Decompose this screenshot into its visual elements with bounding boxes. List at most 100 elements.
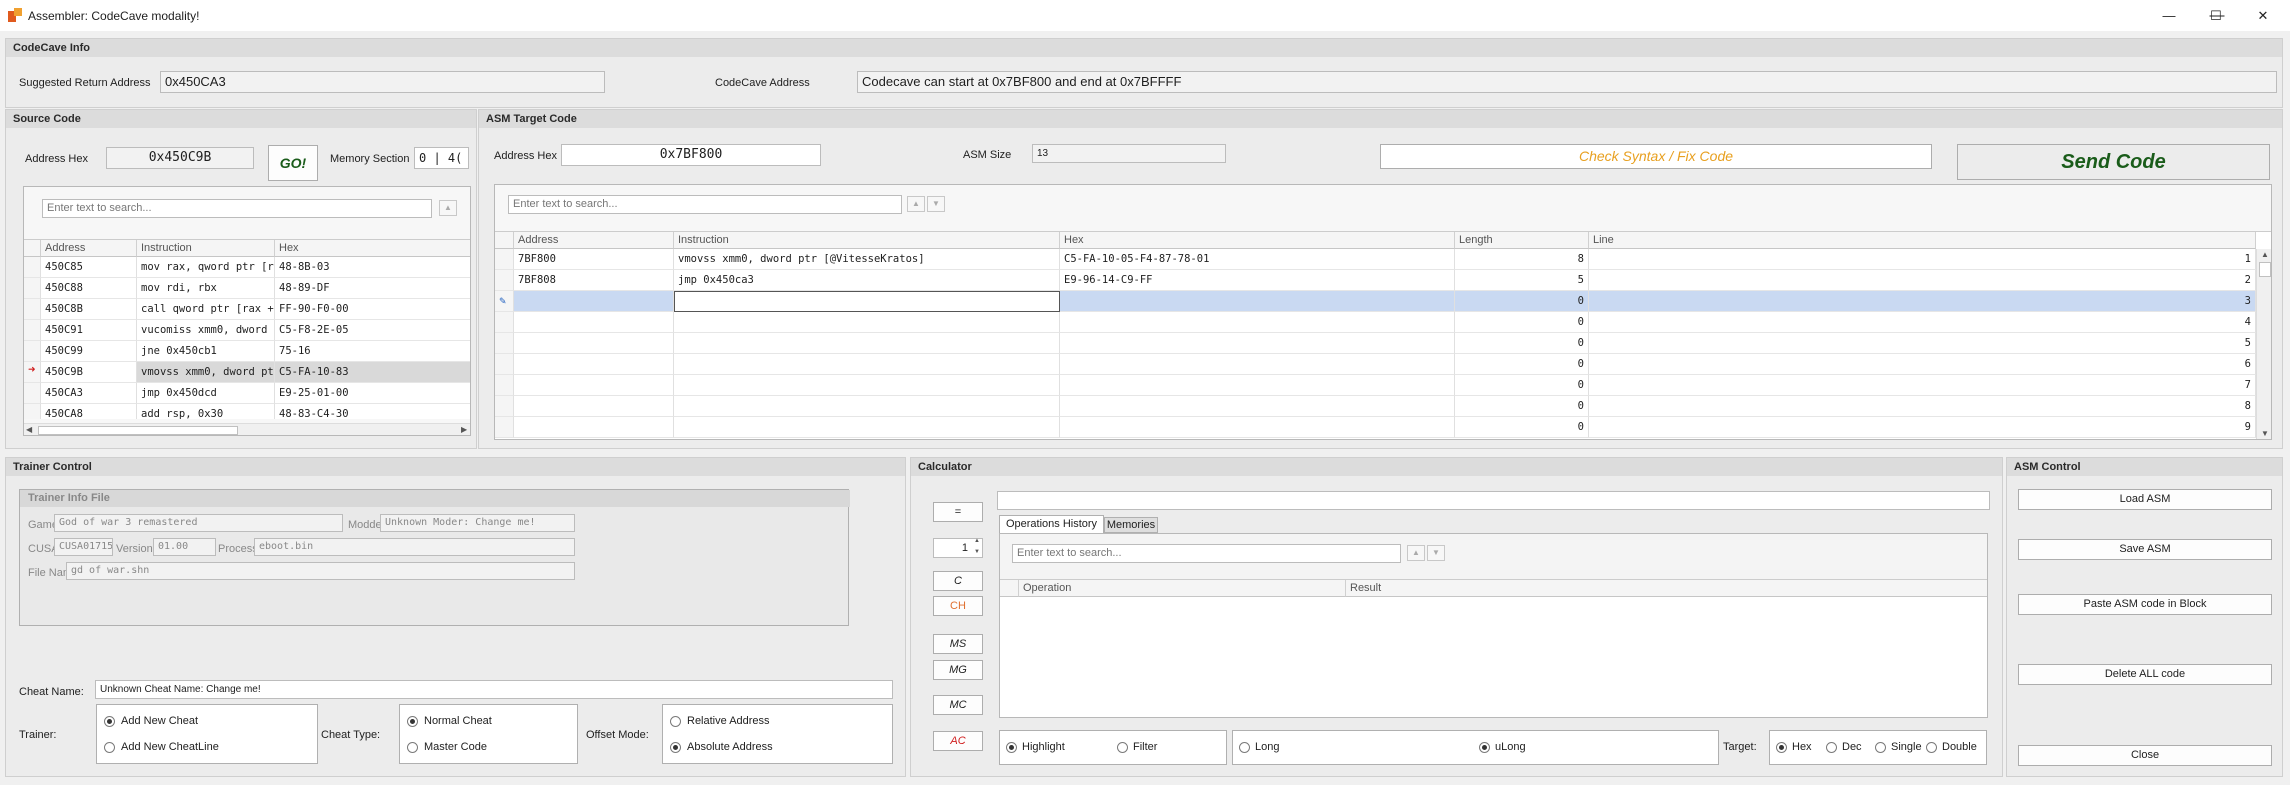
normal-cheat-label[interactable]: Normal Cheat	[424, 715, 492, 727]
source-cell-h[interactable]: E9-25-01-00	[275, 383, 470, 404]
search-down-icon[interactable]: ▼	[927, 196, 945, 212]
col-instruction[interactable]: Instruction	[137, 240, 275, 257]
asm-cell-n[interactable]: 4	[1589, 312, 2256, 333]
filter-radio[interactable]	[1117, 742, 1128, 753]
asm-cell-i[interactable]	[674, 291, 1060, 312]
search-up-icon[interactable]: ▲	[907, 196, 925, 212]
spin-up-icon[interactable]: ▲	[974, 538, 980, 544]
search-up-icon[interactable]: ▲	[1407, 545, 1425, 561]
codecave-address-field[interactable]: Codecave can start at 0x7BF800 and end a…	[857, 71, 2277, 93]
asm-cell-i[interactable]	[674, 396, 1060, 417]
clear-history-button[interactable]: CH	[933, 596, 983, 616]
send-code-button[interactable]: Send Code	[1957, 144, 2270, 180]
row-marker[interactable]	[495, 249, 514, 270]
asm-cell-l[interactable]: 0	[1455, 291, 1589, 312]
asm-cell-a[interactable]	[514, 312, 674, 333]
asm-cell-a[interactable]	[514, 375, 674, 396]
asm-cell-l[interactable]: 0	[1455, 333, 1589, 354]
source-cell-a[interactable]: 450C91	[41, 320, 137, 341]
tab-memories[interactable]: Memories	[1104, 517, 1158, 533]
source-cell-a[interactable]: 450C99	[41, 341, 137, 362]
paste-asm-button[interactable]: Paste ASM code in Block	[2018, 594, 2272, 615]
asm-cell-h[interactable]	[1060, 354, 1455, 375]
row-marker[interactable]	[24, 341, 41, 362]
source-cell-a[interactable]: 450C88	[41, 278, 137, 299]
load-asm-button[interactable]: Load ASM	[2018, 489, 2272, 510]
source-cell-h[interactable]: 75-16	[275, 341, 470, 362]
row-marker[interactable]	[24, 299, 41, 320]
dec-radio[interactable]	[1826, 742, 1837, 753]
col-length[interactable]: Length	[1455, 232, 1589, 249]
source-cell-h[interactable]: C5-F8-2E-05	[275, 320, 470, 341]
scroll-down-icon[interactable]: ▼	[2261, 429, 2269, 438]
relative-address-radio[interactable]	[670, 716, 681, 727]
hex-label[interactable]: Hex	[1792, 741, 1812, 753]
asm-cell-a[interactable]	[514, 396, 674, 417]
asm-cell-i[interactable]: vmovss xmm0, dword ptr [@VitesseKratos]	[674, 249, 1060, 270]
spin-down-icon[interactable]: ▼	[974, 549, 980, 555]
memory-section-field[interactable]: 0 | 4(	[414, 147, 469, 169]
double-radio[interactable]	[1926, 742, 1937, 753]
asm-cell-a[interactable]	[514, 333, 674, 354]
row-marker[interactable]	[495, 270, 514, 291]
col-result[interactable]: Result	[1346, 580, 1987, 597]
memory-get-button[interactable]: MG	[933, 660, 983, 680]
source-cell-i[interactable]: jne 0x450cb1	[137, 341, 275, 362]
modder-field[interactable]: Unknown Moder: Change me!	[380, 514, 575, 532]
source-cell-h[interactable]: 48-83-C4-30	[275, 404, 470, 419]
row-marker[interactable]	[495, 333, 514, 354]
row-marker[interactable]	[495, 417, 514, 438]
relative-address-label[interactable]: Relative Address	[687, 715, 770, 727]
asm-cell-l[interactable]: 0	[1455, 354, 1589, 375]
calc-search-input[interactable]: Enter text to search...	[1012, 544, 1401, 563]
close-icon[interactable]: ✕	[2240, 0, 2286, 31]
clear-button[interactable]: C	[933, 571, 983, 591]
highlight-radio[interactable]	[1006, 742, 1017, 753]
asm-search-input[interactable]: Enter text to search...	[508, 195, 902, 214]
all-clear-button[interactable]: AC	[933, 731, 983, 751]
scroll-thumb[interactable]	[2259, 262, 2271, 277]
double-label[interactable]: Double	[1942, 741, 1977, 753]
col-line[interactable]: Line	[1589, 232, 2256, 249]
add-new-cheat-radio[interactable]	[104, 716, 115, 727]
asm-cell-i[interactable]	[674, 312, 1060, 333]
source-cell-i[interactable]: jmp 0x450dcd	[137, 383, 275, 404]
row-marker[interactable]	[24, 404, 41, 419]
delete-all-button[interactable]: Delete ALL code	[2018, 664, 2272, 685]
source-cell-a[interactable]: 450C9B	[41, 362, 137, 383]
source-cell-h[interactable]: 48-8B-03	[275, 257, 470, 278]
memory-clear-button[interactable]: MC	[933, 695, 983, 715]
asm-cell-n[interactable]: 2	[1589, 270, 2256, 291]
asm-cell-h[interactable]	[1060, 417, 1455, 438]
col-instruction[interactable]: Instruction	[674, 232, 1060, 249]
row-marker[interactable]	[24, 257, 41, 278]
asm-cell-i[interactable]	[674, 417, 1060, 438]
asm-cell-a[interactable]	[514, 417, 674, 438]
col-address[interactable]: Address	[514, 232, 674, 249]
asm-cell-n[interactable]: 9	[1589, 417, 2256, 438]
row-marker[interactable]	[495, 396, 514, 417]
scroll-up-icon[interactable]: ▲	[2261, 250, 2269, 259]
check-syntax-button[interactable]: Check Syntax / Fix Code	[1380, 144, 1932, 169]
row-marker[interactable]	[495, 375, 514, 396]
process-field[interactable]: eboot.bin	[254, 538, 575, 556]
file-name-field[interactable]: gd of war.shn	[66, 562, 575, 580]
row-marker[interactable]	[24, 320, 41, 341]
dec-label[interactable]: Dec	[1842, 741, 1862, 753]
asm-cell-h[interactable]	[1060, 396, 1455, 417]
row-marker[interactable]	[24, 383, 41, 404]
col-hex[interactable]: Hex	[1060, 232, 1455, 249]
add-new-cheatline-label[interactable]: Add New CheatLine	[121, 741, 219, 753]
master-code-label[interactable]: Master Code	[424, 741, 487, 753]
single-radio[interactable]	[1875, 742, 1886, 753]
return-address-field[interactable]: 0x450CA3	[160, 71, 605, 93]
row-marker[interactable]	[495, 312, 514, 333]
game-field[interactable]: God of war 3 remastered	[54, 514, 343, 532]
source-cell-i[interactable]: mov rdi, rbx	[137, 278, 275, 299]
asm-cell-l[interactable]: 8	[1455, 249, 1589, 270]
long-label[interactable]: Long	[1255, 741, 1279, 753]
filter-label[interactable]: Filter	[1133, 741, 1157, 753]
cusa-field[interactable]: CUSA01715	[54, 538, 113, 556]
scroll-thumb[interactable]	[38, 426, 238, 435]
scroll-right-icon[interactable]: ▶	[461, 425, 467, 434]
